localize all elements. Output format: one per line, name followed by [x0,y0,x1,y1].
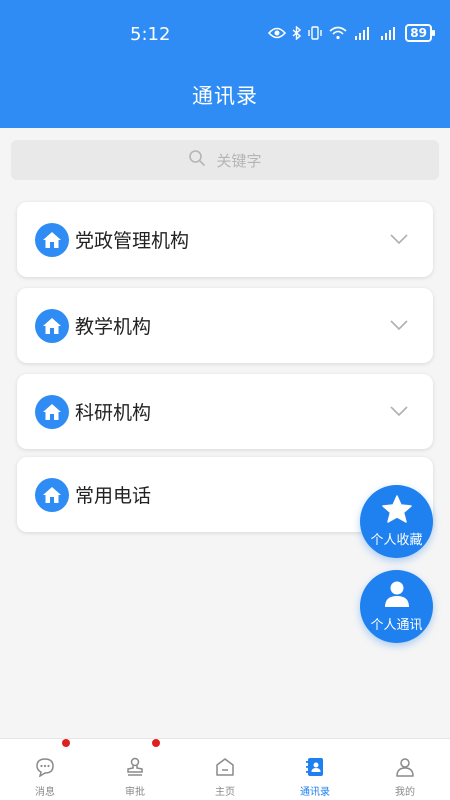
bottom-tab-bar: 消息 审批 主页 通讯录 我的 [0,738,450,800]
page-title: 通讯录 [192,84,258,108]
tab-home[interactable]: 主页 [180,739,270,800]
notification-badge [62,739,70,747]
contact-book-icon [305,757,325,780]
tab-contacts[interactable]: 通讯录 [270,739,360,800]
signal-5g-icon [379,26,399,40]
status-icons: 89 [268,24,435,42]
chevron-down-icon[interactable] [389,402,409,421]
app-header: 5:12 89 通讯录 [0,0,450,128]
tab-label: 主页 [215,787,235,798]
chevron-down-icon[interactable] [389,316,409,335]
signal-4g-icon [353,26,373,40]
tab-messages[interactable]: 消息 [0,739,90,800]
tab-label: 我的 [395,787,415,798]
home-icon [35,222,69,257]
group-label: 常用电话 [75,485,152,507]
group-label: 党政管理机构 [75,230,190,252]
tab-label: 消息 [35,787,55,798]
favorites-fab-button[interactable]: 个人收藏 [360,485,433,558]
home-icon [35,394,69,429]
notification-badge [152,739,160,747]
fab-label: 个人收藏 [370,533,423,548]
status-time: 5:12 [130,24,171,45]
tab-approval[interactable]: 审批 [90,739,180,800]
chat-bubble-icon [35,757,55,780]
group-card-teaching[interactable]: 教学机构 [17,288,433,363]
eye-icon [268,27,287,39]
fab-label: 个人通讯 [370,618,423,633]
star-icon [381,495,412,527]
tab-profile[interactable]: 我的 [360,739,450,800]
bluetooth-icon [292,26,302,40]
search-placeholder: 关键字 [216,151,262,170]
stamp-icon [125,757,145,780]
home-icon [35,308,69,343]
user-icon [395,757,415,780]
tab-label: 审批 [125,787,145,798]
search-input[interactable]: 关键字 [11,140,439,180]
group-card-research[interactable]: 科研机构 [17,374,433,449]
status-bar: 5:12 89 [0,0,450,66]
group-label: 科研机构 [75,402,152,424]
battery-indicator: 89 [405,24,435,42]
person-icon [383,580,411,612]
search-icon [188,149,206,171]
wifi-icon [329,26,347,40]
vibrate-icon [307,26,323,40]
tab-label: 通讯录 [300,787,330,798]
personal-contacts-fab-button[interactable]: 个人通讯 [360,570,433,643]
group-label: 教学机构 [75,316,152,338]
home-outline-icon [215,757,235,780]
home-icon [35,477,69,512]
chevron-down-icon[interactable] [389,230,409,249]
group-card-party-admin[interactable]: 党政管理机构 [17,202,433,277]
